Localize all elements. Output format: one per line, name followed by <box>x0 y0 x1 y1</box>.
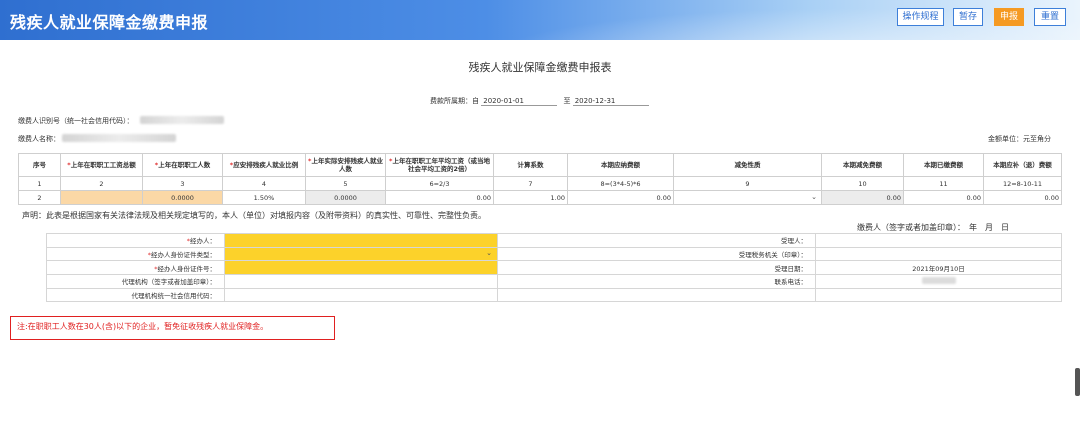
table-row: *经办人身份证件类型： ⌄ 受理税务机关（印章）： <box>46 246 1062 262</box>
tax-office-label: 受理税务机关（印章）： <box>497 246 816 262</box>
phone-value-redacted <box>921 276 956 284</box>
scrollbar-thumb[interactable] <box>1075 368 1080 396</box>
period-start-field[interactable]: 2020-01-01 <box>481 97 558 106</box>
agency-label: 代理机构（签字或者加盖印章）： <box>46 274 225 289</box>
handler-input[interactable] <box>224 233 498 248</box>
index-cell: 12=8-10-11 <box>983 176 1062 191</box>
payer-id-value-redacted <box>140 116 224 124</box>
payer-id-label: 缴费人识别号（统一社会信用代码）： <box>18 117 134 125</box>
coefficient-value: 1.00 <box>493 190 568 205</box>
receiver-label: 受理人： <box>497 233 816 248</box>
index-cell: 1 <box>18 176 61 191</box>
row-seq: 2 <box>18 190 61 205</box>
chevron-down-icon: ⌄ <box>486 248 492 257</box>
submit-button[interactable]: 申报 <box>994 8 1024 26</box>
agent-info-table: *经办人： 受理人： *经办人身份证件类型： ⌄ 受理税务机关（印章）： *经办… <box>46 233 1062 303</box>
exemption-note: 注:在职职工人数在30人(含)以下的企业，暂免征收残疾人就业保障金。 <box>10 316 335 340</box>
header-seq: 序号 <box>18 153 61 177</box>
handler-label: *经办人： <box>46 233 225 248</box>
fee-period: 费款所属期：自 2020-01-01 至 2020-12-31 <box>430 96 649 106</box>
guide-button[interactable]: 操作规程 <box>897 8 944 26</box>
agency-code-value[interactable] <box>224 287 498 303</box>
table-index-row: 1 2 3 4 5 6=2/3 7 8=(3*4-5)*6 9 10 11 12… <box>18 176 1062 191</box>
reset-button[interactable]: 重置 <box>1034 8 1066 26</box>
index-cell: 4 <box>222 176 306 191</box>
fee-table: 序号 *上年在职职工工资总额 *上年在职职工人数 *应安排残疾人就业比例 *上年… <box>18 153 1062 205</box>
reduction-type-select[interactable]: ⌄ <box>673 190 822 205</box>
index-cell: 3 <box>142 176 223 191</box>
save-draft-button[interactable]: 暂存 <box>953 8 983 26</box>
index-cell: 7 <box>493 176 568 191</box>
reduction-amount-value: 0.00 <box>821 190 904 205</box>
period-to-label: 至 <box>563 97 571 105</box>
header-total-wages: *上年在职职工工资总额 <box>60 153 143 177</box>
table-header-row: 序号 *上年在职职工工资总额 *上年在职职工人数 *应安排残疾人就业比例 *上年… <box>18 153 1062 177</box>
id-type-select[interactable]: ⌄ <box>224 246 498 262</box>
index-cell: 11 <box>903 176 984 191</box>
declaration-text: 声明：此表是根据国家有关法律法规及相关规定填写的，本人（单位）对填报内容（及附带… <box>22 211 486 220</box>
amount-unit-label: 金额单位：元至角分 <box>988 135 1051 143</box>
header-paid-amount: 本期已缴费额 <box>903 153 984 177</box>
refund-amount-value: 0.00 <box>983 190 1062 205</box>
avg-wage-value: 0.00 <box>385 190 494 205</box>
index-cell: 10 <box>821 176 904 191</box>
header-staff-count: *上年在职职工人数 <box>142 153 223 177</box>
phone-label: 联系电话： <box>497 274 816 289</box>
table-row: 2 0.0000 1.50% 0.0000 0.00 1.00 0.00 ⌄ 0… <box>18 190 1062 205</box>
signature-line: 缴费人（签字或者加盖印章）： 年 月 日 <box>857 223 1009 232</box>
ratio-value: 1.50% <box>222 190 306 205</box>
receive-date-value: 2021年09月10日 <box>815 260 1062 276</box>
chevron-down-icon: ⌄ <box>811 193 817 201</box>
id-number-input[interactable] <box>224 260 498 276</box>
table-row: *经办人： 受理人： <box>46 233 1062 248</box>
table-row: 代理机构（签字或者加盖印章）： 联系电话： <box>46 274 1062 289</box>
empty-cell <box>497 287 816 303</box>
receive-date-label: 受理日期： <box>497 260 816 276</box>
index-cell: 5 <box>305 176 386 191</box>
payable-value: 0.00 <box>567 190 674 205</box>
payer-name-value-redacted <box>62 134 176 142</box>
header-reduction-type: 减免性质 <box>673 153 822 177</box>
payer-name-label: 缴费人名称： <box>18 135 60 143</box>
tax-office-value <box>815 246 1062 262</box>
phone-value <box>815 274 1062 289</box>
header-refund-amount: 本期应补（退）费额 <box>983 153 1062 177</box>
header-coefficient: 计算系数 <box>493 153 568 177</box>
table-row: *经办人身份证件号： 受理日期： 2021年09月10日 <box>46 260 1062 276</box>
empty-cell <box>815 287 1062 303</box>
page-title: 残疾人就业保障金缴费申报 <box>10 13 209 32</box>
period-label: 费款所属期：自 <box>430 97 479 105</box>
id-number-label: *经办人身份证件号： <box>46 260 225 276</box>
id-type-label: *经办人身份证件类型： <box>46 246 225 262</box>
agency-value[interactable] <box>224 274 498 289</box>
agency-code-label: 代理机构统一社会信用代码： <box>46 287 225 303</box>
total-wages-input[interactable] <box>60 190 143 205</box>
header-ratio: *应安排残疾人就业比例 <box>222 153 306 177</box>
period-end-field[interactable]: 2020-12-31 <box>572 97 649 106</box>
header-disabled-count: *上年实际安排残疾人就业人数 <box>305 153 386 177</box>
header-payable: 本期应纳费额 <box>567 153 674 177</box>
paid-amount-input[interactable]: 0.00 <box>903 190 984 205</box>
receiver-value <box>815 233 1062 248</box>
index-cell: 2 <box>60 176 143 191</box>
index-cell: 6=2/3 <box>385 176 494 191</box>
table-row: 代理机构统一社会信用代码： <box>46 287 1062 303</box>
disabled-count-input[interactable]: 0.0000 <box>305 190 386 205</box>
form-title: 残疾人就业保障金缴费申报表 <box>468 61 612 74</box>
staff-count-input[interactable]: 0.0000 <box>142 190 223 205</box>
header-avg-wage: *上年在职职工年平均工资（或当地社会平均工资的2倍） <box>385 153 494 177</box>
top-banner: 残疾人就业保障金缴费申报 操作规程 暂存 申报 重置 <box>0 0 1080 40</box>
index-cell: 9 <box>673 176 822 191</box>
header-reduction-amount: 本期减免费额 <box>821 153 904 177</box>
index-cell: 8=(3*4-5)*6 <box>567 176 674 191</box>
